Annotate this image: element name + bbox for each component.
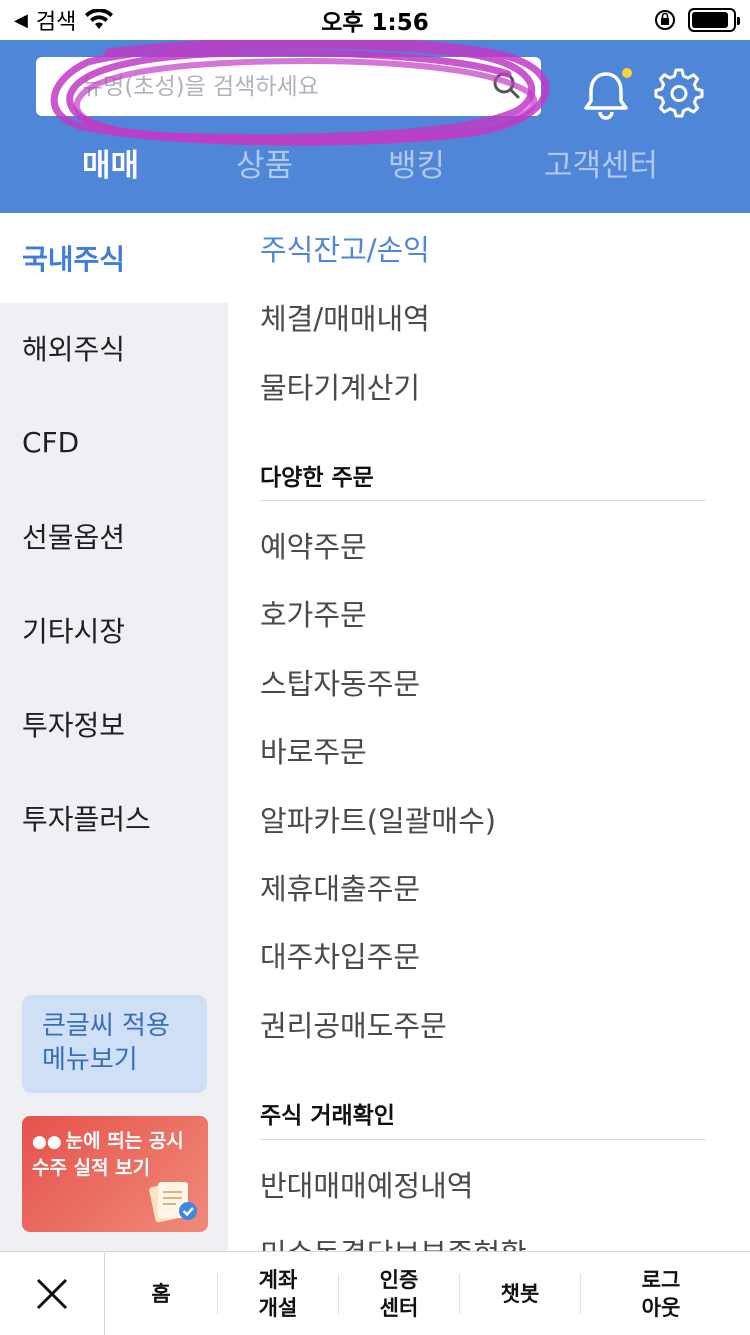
close-icon xyxy=(36,1278,68,1309)
menu-alpha-cart[interactable]: 알파카트(일괄매수) xyxy=(260,798,496,840)
section-title-orders: 다양한 주문 xyxy=(260,465,374,491)
section-divider xyxy=(260,1139,706,1140)
bottom-logout-button[interactable]: 로그 아웃 xyxy=(581,1252,741,1335)
promo-line1: 눈에 띄는 공시 xyxy=(65,1130,184,1152)
search-box[interactable] xyxy=(36,57,541,116)
back-arrow-icon: ◀ xyxy=(14,9,28,31)
document-check-icon xyxy=(149,1181,197,1223)
category-sidebar: 국내주식 해외주식 CFD 선물옵션 기타시장 투자정보 투자플러스 큰글씨 적… xyxy=(0,213,228,1251)
sidebar-item-investment-info[interactable]: 투자정보 xyxy=(0,679,228,769)
menu-execution-history[interactable]: 체결/매매내역 xyxy=(260,296,430,338)
large-font-line1: 큰글씨 적용 xyxy=(42,1011,170,1041)
back-app-label: 검색 xyxy=(35,10,77,35)
menu-partner-loan-order[interactable]: 제휴대출주문 xyxy=(260,866,420,908)
bottom-auth-center-button[interactable]: 인증 센터 xyxy=(339,1252,459,1335)
submenu-panel: 주식잔고/손익 체결/매매내역 물타기계산기 다양한 주문 예약주문 호가주문 … xyxy=(228,213,750,1251)
sidebar-item-other-markets[interactable]: 기타시장 xyxy=(0,585,228,675)
menu-borrowing-order[interactable]: 대주차입주문 xyxy=(260,934,420,976)
close-menu-button[interactable] xyxy=(0,1252,105,1335)
bottom-home-button[interactable]: 홈 xyxy=(105,1252,217,1335)
bottom-chatbot-button[interactable]: 챗봇 xyxy=(460,1252,580,1335)
menu-collateral-shortage[interactable]: 미수동결담보부족현황 xyxy=(260,1231,527,1251)
sidebar-item-invest-plus[interactable]: 투자플러스 xyxy=(0,773,228,863)
large-font-line2: 메뉴보기 xyxy=(42,1045,138,1075)
menu-stock-balance[interactable]: 주식잔고/손익 xyxy=(260,227,430,269)
section-title-trade-check: 주식 거래확인 xyxy=(260,1103,395,1129)
menu-forced-sale-schedule[interactable]: 반대매매예정내역 xyxy=(260,1163,473,1205)
status-bar: ◀ 검색 오후 1:56 xyxy=(0,0,750,40)
eyes-icon: ●● xyxy=(32,1132,62,1152)
battery-icon xyxy=(688,8,740,32)
bottom-toolbar: 홈 계좌 개설 인증 센터 챗봇 로그 아웃 xyxy=(0,1251,750,1335)
menu-quote-order[interactable]: 호가주문 xyxy=(260,592,367,634)
search-input[interactable] xyxy=(82,73,482,100)
sidebar-item-domestic-stock[interactable]: 국내주식 xyxy=(0,213,228,303)
tab-banking[interactable]: 뱅킹 xyxy=(388,140,445,185)
tab-products[interactable]: 상품 xyxy=(236,140,293,185)
sidebar-item-futures-options[interactable]: 선물옵션 xyxy=(0,491,228,581)
sidebar-item-cfd[interactable]: CFD xyxy=(0,397,228,487)
main-tabs: 매매 상품 뱅킹 고객센터 xyxy=(0,140,750,196)
bottom-open-account-button[interactable]: 계좌 개설 xyxy=(218,1252,338,1335)
orientation-lock-icon xyxy=(655,10,675,30)
menu-quick-order[interactable]: 바로주문 xyxy=(260,729,367,771)
tab-trading[interactable]: 매매 xyxy=(82,140,139,185)
menu-averaging-calculator[interactable]: 물타기계산기 xyxy=(260,365,420,407)
menu-short-sale-order[interactable]: 권리공매도주문 xyxy=(260,1003,447,1045)
back-to-app[interactable]: ◀ 검색 xyxy=(14,4,114,36)
notification-dot xyxy=(622,68,632,78)
large-font-menu-button[interactable]: 큰글씨 적용 메뉴보기 xyxy=(22,995,207,1093)
tab-customer-center[interactable]: 고객센터 xyxy=(544,140,658,185)
gear-icon[interactable] xyxy=(654,68,704,118)
disclosure-promo-banner[interactable]: ●● 눈에 띄는 공시 수주 실적 보기 xyxy=(22,1116,208,1232)
menu-stop-order[interactable]: 스탑자동주문 xyxy=(260,661,420,703)
menu-reserved-order[interactable]: 예약주문 xyxy=(260,524,367,566)
header: 매매 상품 뱅킹 고객센터 xyxy=(0,40,750,213)
search-icon[interactable] xyxy=(491,70,521,100)
section-divider xyxy=(260,500,706,501)
sidebar-item-overseas-stock[interactable]: 해외주식 xyxy=(0,303,228,393)
wifi-icon xyxy=(85,9,114,29)
